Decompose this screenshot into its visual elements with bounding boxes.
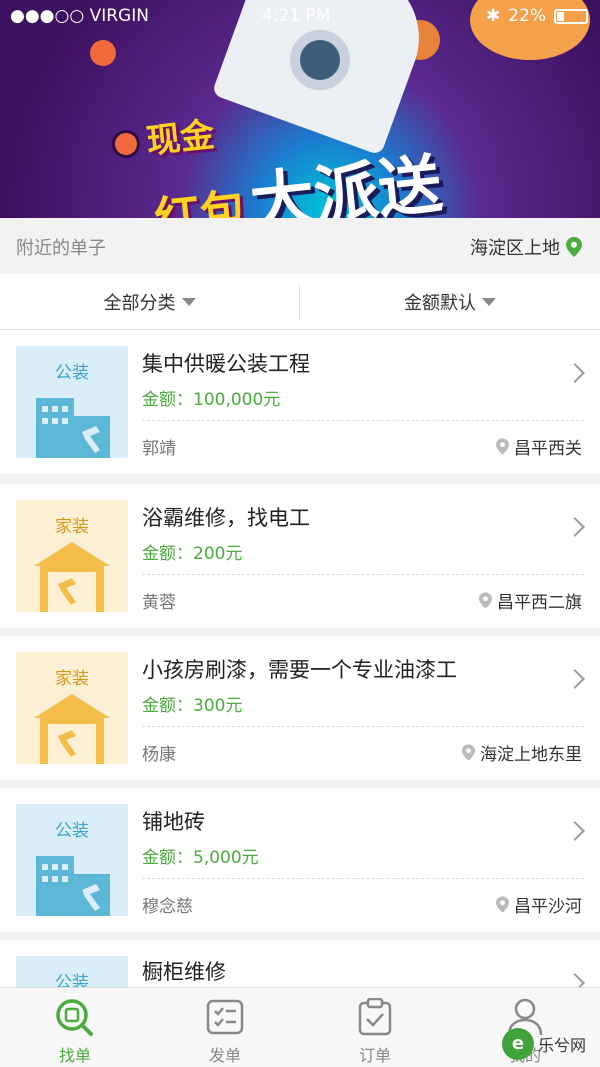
chevron-right-icon — [565, 363, 585, 383]
banner-line2: 红包 — [151, 183, 250, 218]
location-pin-icon — [462, 744, 475, 761]
location-bar: 附近的单子 海淀区上地 — [0, 218, 600, 274]
order-location-text: 昌平西关 — [514, 439, 582, 459]
house-icon — [34, 542, 110, 612]
site-watermark: e 乐兮网 — [502, 1020, 600, 1067]
order-amount: 金额：200元 — [142, 544, 243, 564]
location-pin-icon — [496, 896, 509, 913]
location-area: 海淀区上地 — [470, 238, 560, 259]
watermark-logo-icon: e — [502, 1027, 534, 1060]
order-title: 浴霸维修，找电工 — [142, 506, 310, 530]
order-title: 小孩房刷漆，需要一个专业油漆工 — [142, 658, 457, 682]
location-pin-icon — [566, 237, 582, 257]
promo-banner[interactable]: 现金 红包 大派送 ●●●○○ VIRGIN 4:21 PM ✱ 22% — [0, 0, 600, 218]
battery-status: ✱ 22% — [486, 6, 588, 26]
order-card[interactable]: 家装 小孩房刷漆，需要一个专业油漆工 金额：300元 杨康 海淀上地东里 — [0, 636, 600, 780]
order-person: 杨康 — [142, 745, 176, 765]
divider — [142, 574, 584, 575]
checklist-icon — [206, 999, 244, 1035]
order-amount: 金额：100,000元 — [142, 390, 281, 410]
filter-bar: 全部分类 金额默认 — [0, 274, 600, 330]
banner-line1: 现金 — [144, 115, 217, 162]
home-project-thumbnail: 家装 — [16, 652, 128, 764]
order-card[interactable]: 公装 铺地砖 金额：5,000元 穆念慈 昌平沙河 — [0, 788, 600, 932]
order-location: 昌平沙河 — [496, 892, 582, 917]
order-card[interactable]: 家装 浴霸维修，找电工 金额：200元 黄蓉 昌平西二旗 — [0, 484, 600, 628]
amount-filter-label: 金额默认 — [404, 293, 476, 314]
location-pin-icon — [479, 592, 492, 609]
tab-orders[interactable]: 订单 — [300, 988, 450, 1067]
order-title: 橱柜维修 — [142, 960, 226, 984]
chevron-right-icon — [565, 669, 585, 689]
rocket-window — [290, 30, 350, 90]
divider — [142, 420, 584, 421]
chevron-right-icon — [565, 517, 585, 537]
divider — [142, 878, 584, 879]
search-order-icon — [56, 999, 93, 1036]
thumbnail-tag: 公装 — [55, 973, 89, 987]
location-pin-icon — [496, 438, 509, 455]
order-person: 穆念慈 — [142, 897, 193, 917]
banner-title: 现金 红包 大派送 — [144, 77, 517, 218]
divider — [142, 726, 584, 727]
planet-decoration — [112, 130, 140, 158]
order-location: 昌平西二旗 — [479, 588, 582, 613]
order-location-text: 海淀上地东里 — [480, 745, 582, 765]
battery-percent: 22% — [508, 6, 546, 26]
chevron-right-icon — [565, 821, 585, 841]
order-location-text: 昌平西二旗 — [497, 593, 582, 613]
public-project-thumbnail: 公装 — [16, 346, 128, 458]
battery-icon — [554, 8, 588, 24]
order-card[interactable]: 公装 集中供暖公装工程 金额：100,000元 郭靖 昌平西关 — [0, 330, 600, 474]
tab-label: 找单 — [58, 1046, 91, 1065]
building-icon — [36, 856, 110, 916]
home-project-thumbnail: 家装 — [16, 500, 128, 612]
tab-label: 发单 — [208, 1046, 241, 1065]
caret-down-icon — [181, 298, 196, 306]
tab-post-order[interactable]: 发单 — [150, 988, 300, 1067]
order-person: 黄蓉 — [142, 593, 176, 613]
public-project-thumbnail: 公装 — [16, 956, 128, 987]
carrier-label: ●●●○○ VIRGIN — [10, 6, 149, 26]
category-filter-label: 全部分类 — [103, 293, 176, 314]
location-selector[interactable]: 海淀区上地 — [470, 234, 582, 260]
public-project-thumbnail: 公装 — [16, 804, 128, 916]
order-location: 昌平西关 — [496, 434, 582, 459]
amount-filter[interactable]: 金额默认 — [300, 284, 600, 320]
tab-label: 订单 — [358, 1046, 391, 1065]
status-bar: ●●●○○ VIRGIN 4:21 PM ✱ 22% — [0, 0, 600, 34]
building-icon — [36, 398, 110, 458]
clipboard-check-icon — [358, 998, 392, 1036]
tab-find-order[interactable]: 找单 — [0, 988, 150, 1067]
order-location: 海淀上地东里 — [462, 740, 582, 765]
chevron-right-icon — [565, 973, 585, 987]
category-filter[interactable]: 全部分类 — [0, 284, 300, 320]
order-card[interactable]: 公装 橱柜维修 — [0, 940, 600, 987]
banner-big: 大派送 — [246, 147, 446, 218]
order-amount: 金额：300元 — [142, 696, 243, 716]
watermark-text: 乐兮网 — [538, 1035, 587, 1055]
bluetooth-icon: ✱ — [485, 6, 501, 26]
clock: 4:21 PM — [262, 6, 331, 26]
order-title: 铺地砖 — [142, 810, 205, 834]
caret-down-icon — [482, 298, 496, 306]
nearby-label: 附近的单子 — [16, 238, 106, 259]
order-amount: 金额：5,000元 — [142, 848, 259, 868]
order-title: 集中供暖公装工程 — [142, 352, 310, 376]
planet-decoration — [90, 40, 116, 66]
order-location-text: 昌平沙河 — [514, 897, 582, 917]
house-icon — [34, 694, 110, 764]
order-person: 郭靖 — [142, 439, 176, 459]
